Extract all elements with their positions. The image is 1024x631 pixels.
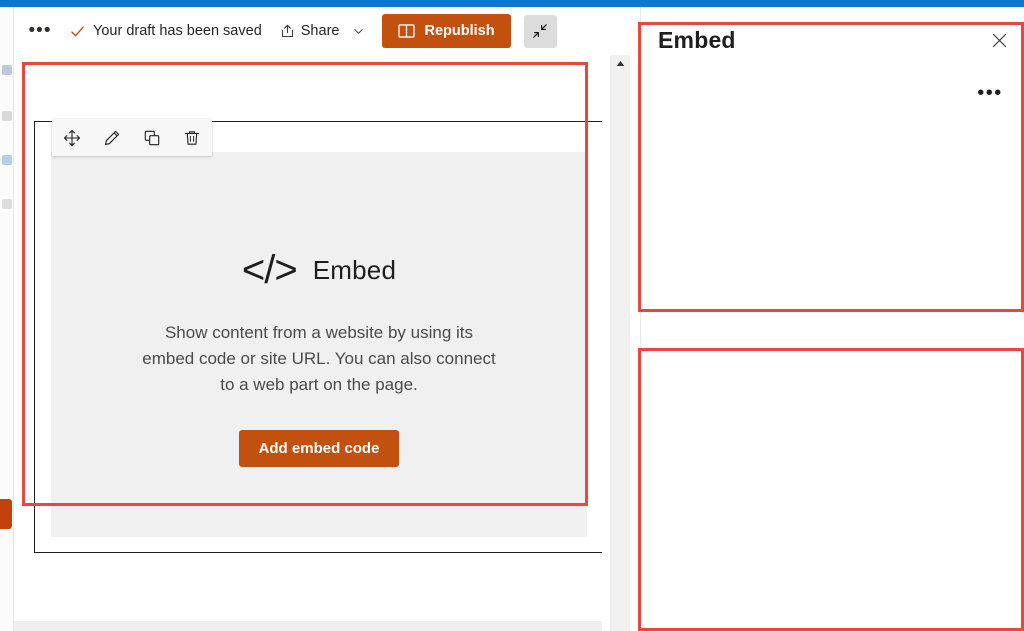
delete-webpart-button[interactable] xyxy=(177,123,207,153)
pane-title: Embed xyxy=(658,27,736,53)
caret-up-icon xyxy=(616,61,624,66)
canvas-bottom-band xyxy=(14,621,616,631)
share-button[interactable]: Share xyxy=(280,23,365,39)
close-pane-button[interactable] xyxy=(986,27,1012,53)
scroll-up-button[interactable] xyxy=(610,55,630,72)
rail-accent-tab[interactable] xyxy=(0,499,12,529)
share-icon xyxy=(281,24,293,38)
browser-accent-bar xyxy=(0,0,1024,7)
code-brackets-icon: </> xyxy=(241,248,298,292)
chevron-down-icon[interactable] xyxy=(353,26,364,37)
webpart-toolbar xyxy=(52,119,212,156)
vertical-scrollbar-track[interactable] xyxy=(610,55,630,631)
move-handle[interactable] xyxy=(57,123,87,153)
pencil-icon xyxy=(105,130,120,145)
trash-icon xyxy=(185,130,199,145)
close-icon xyxy=(992,33,1006,47)
collapse-pane-button[interactable] xyxy=(523,14,557,48)
share-label: Share xyxy=(300,23,340,39)
checkmark-icon xyxy=(71,25,84,36)
embed-placeholder-heading: </> Embed xyxy=(242,250,396,290)
pane-header: Embed xyxy=(658,27,1012,61)
app-window: ••• Your draft has been saved Share Repu… xyxy=(0,0,1024,631)
browser-left-rail xyxy=(0,7,14,631)
pane-more-options-button[interactable]: ••• xyxy=(976,81,1004,105)
ellipsis-horizontal-icon: ••• xyxy=(977,82,1003,104)
canvas-scroll-area xyxy=(602,55,636,631)
draft-saved-status: Your draft has been saved xyxy=(70,23,262,39)
collapse-inward-arrows-icon xyxy=(533,24,547,38)
embed-property-pane: Embed ••• Display content from a secure … xyxy=(640,7,1024,631)
embed-placeholder-description: Show content from a website by using its… xyxy=(142,323,496,394)
rail-icon-2[interactable] xyxy=(2,111,12,121)
republish-button[interactable]: Republish xyxy=(382,14,511,48)
page-canvas: </> Embed Show content from a website by… xyxy=(14,55,636,631)
move-arrows-icon xyxy=(63,129,81,146)
rail-icon-1[interactable] xyxy=(2,65,12,75)
embed-placeholder-title: Embed xyxy=(312,254,397,285)
duplicate-webpart-button[interactable] xyxy=(137,123,167,153)
rail-icon-4[interactable] xyxy=(2,199,12,209)
embed-placeholder[interactable]: </> Embed Show content from a website by… xyxy=(51,152,587,537)
command-bar: ••• Your draft has been saved Share Repu… xyxy=(14,7,636,55)
copy-icon xyxy=(144,130,160,145)
ellipsis-horizontal-icon: ••• xyxy=(28,20,52,41)
republish-label: Republish xyxy=(424,23,495,39)
rail-icon-3[interactable] xyxy=(2,155,12,165)
draft-saved-label: Your draft has been saved xyxy=(93,23,262,39)
overflow-menu-button[interactable]: ••• xyxy=(24,15,56,47)
page-surface: </> Embed Show content from a website by… xyxy=(14,55,616,631)
add-embed-code-button[interactable]: Add embed code xyxy=(238,430,400,467)
page-layout-icon xyxy=(398,24,416,38)
edit-webpart-button[interactable] xyxy=(97,123,127,153)
